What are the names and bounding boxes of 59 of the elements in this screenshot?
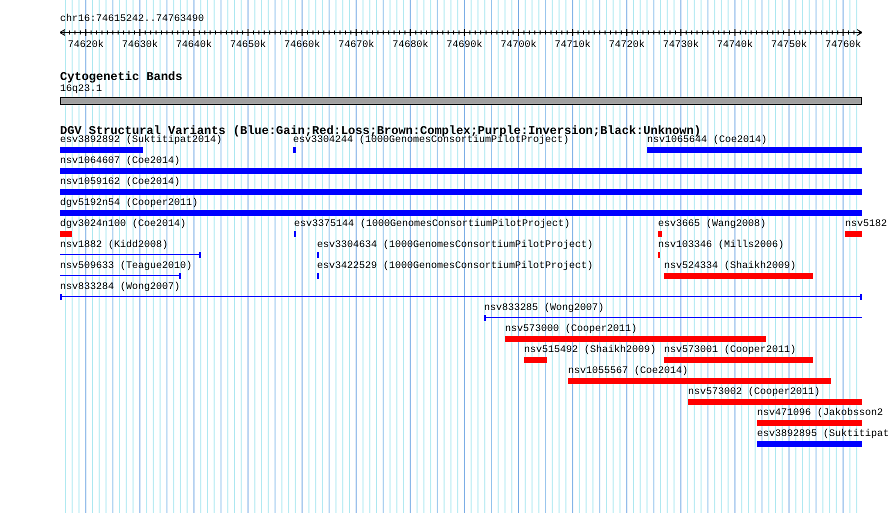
tick-label: 74690k — [446, 40, 482, 51]
feature-label: esv3422529 (1000GenomesConsortiumPilotProject) — [317, 261, 594, 273]
feature-label: nsv833284 (Wong2007) — [60, 282, 180, 294]
tick-label: 74620k — [68, 40, 104, 51]
tick-label: 74730k — [662, 40, 699, 51]
feature-bar[interactable] — [505, 336, 766, 342]
feature-bar[interactable] — [524, 357, 547, 363]
region-label: chr16:74615242..74763490 — [60, 14, 204, 26]
tick-label: 74750k — [771, 40, 808, 51]
feature-bar[interactable] — [757, 420, 862, 426]
feature-label: nsv1882 (Kidd2008) — [60, 240, 168, 252]
feature-label: esv3304634 (1000GenomesConsortiumPilotProject) — [317, 240, 594, 252]
feature-label: esv3304244 (1000GenomesConsortiumPilotProject) — [293, 135, 570, 147]
tick-label: 74670k — [338, 40, 374, 51]
feature-bar[interactable] — [757, 441, 862, 447]
feature-bar[interactable] — [60, 231, 72, 237]
tick-label: 74740k — [716, 40, 753, 51]
feature-label: nsv1059162 (Coe2014) — [60, 177, 180, 189]
feature-label: nsv1065644 (Coe2014) — [647, 135, 768, 147]
feature-bar[interactable] — [664, 273, 813, 279]
feature-bar[interactable] — [664, 357, 813, 363]
tick-label: 74720k — [608, 40, 645, 51]
feature-label: nsv573000 (Cooper2011) — [505, 324, 638, 336]
feature-bar[interactable] — [60, 210, 862, 216]
tick-label: 74680k — [392, 40, 428, 51]
feature-label: nsv103346 (Mills2006) — [658, 240, 784, 252]
feature-label: dgv3024n100 (Coe2014) — [60, 219, 186, 231]
tick-label: 74640k — [176, 40, 212, 51]
feature-label: dgv5192n54 (Cooper2011) — [60, 198, 198, 210]
feature-bar[interactable] — [60, 147, 143, 153]
feature-label: esv3375144 (1000GenomesConsortiumPilotProject) — [294, 219, 570, 231]
feature-label: esv3665 (Wang2008) — [658, 219, 766, 231]
tick-label: 74660k — [284, 40, 320, 51]
feature-label: nsv509633 (Teague2010) — [60, 261, 192, 273]
feature-label: nsv5182 — [845, 219, 888, 231]
feature-label: nsv524334 (Shaikh2009) — [664, 261, 796, 273]
track-title: Cytogenetic Bands — [60, 71, 182, 84]
tick-label: 74760k — [825, 40, 862, 51]
band-label: 16q23.1 — [60, 84, 102, 96]
feature-bar[interactable] — [658, 231, 662, 237]
tick-label: 74700k — [500, 40, 537, 51]
feature-label: esv3892895 (Suktitipat — [757, 429, 890, 441]
feature-bar[interactable] — [688, 399, 862, 405]
feature-bar[interactable] — [568, 378, 831, 384]
feature-bar[interactable] — [845, 231, 862, 237]
feature-bar[interactable] — [293, 147, 296, 153]
tick-label: 74710k — [554, 40, 591, 51]
feature-bar[interactable] — [60, 189, 862, 195]
feature-label: nsv1055567 (Coe2014) — [568, 366, 688, 378]
feature-bar[interactable] — [60, 168, 862, 174]
feature-label: nsv515492 (Shaikh2009) — [524, 345, 656, 357]
feature-label: nsv1064607 (Coe2014) — [60, 156, 180, 168]
feature-label: nsv471096 (Jakobsson2 — [757, 408, 884, 420]
feature-label: nsv573001 (Cooper2011) — [664, 345, 796, 357]
tick-label: 74630k — [122, 40, 158, 51]
feature-label: nsv833285 (Wong2007) — [484, 303, 604, 315]
feature-label: nsv573002 (Cooper2011) — [688, 387, 820, 399]
tick-label: 74650k — [230, 40, 266, 51]
feature-bar[interactable] — [647, 147, 862, 153]
